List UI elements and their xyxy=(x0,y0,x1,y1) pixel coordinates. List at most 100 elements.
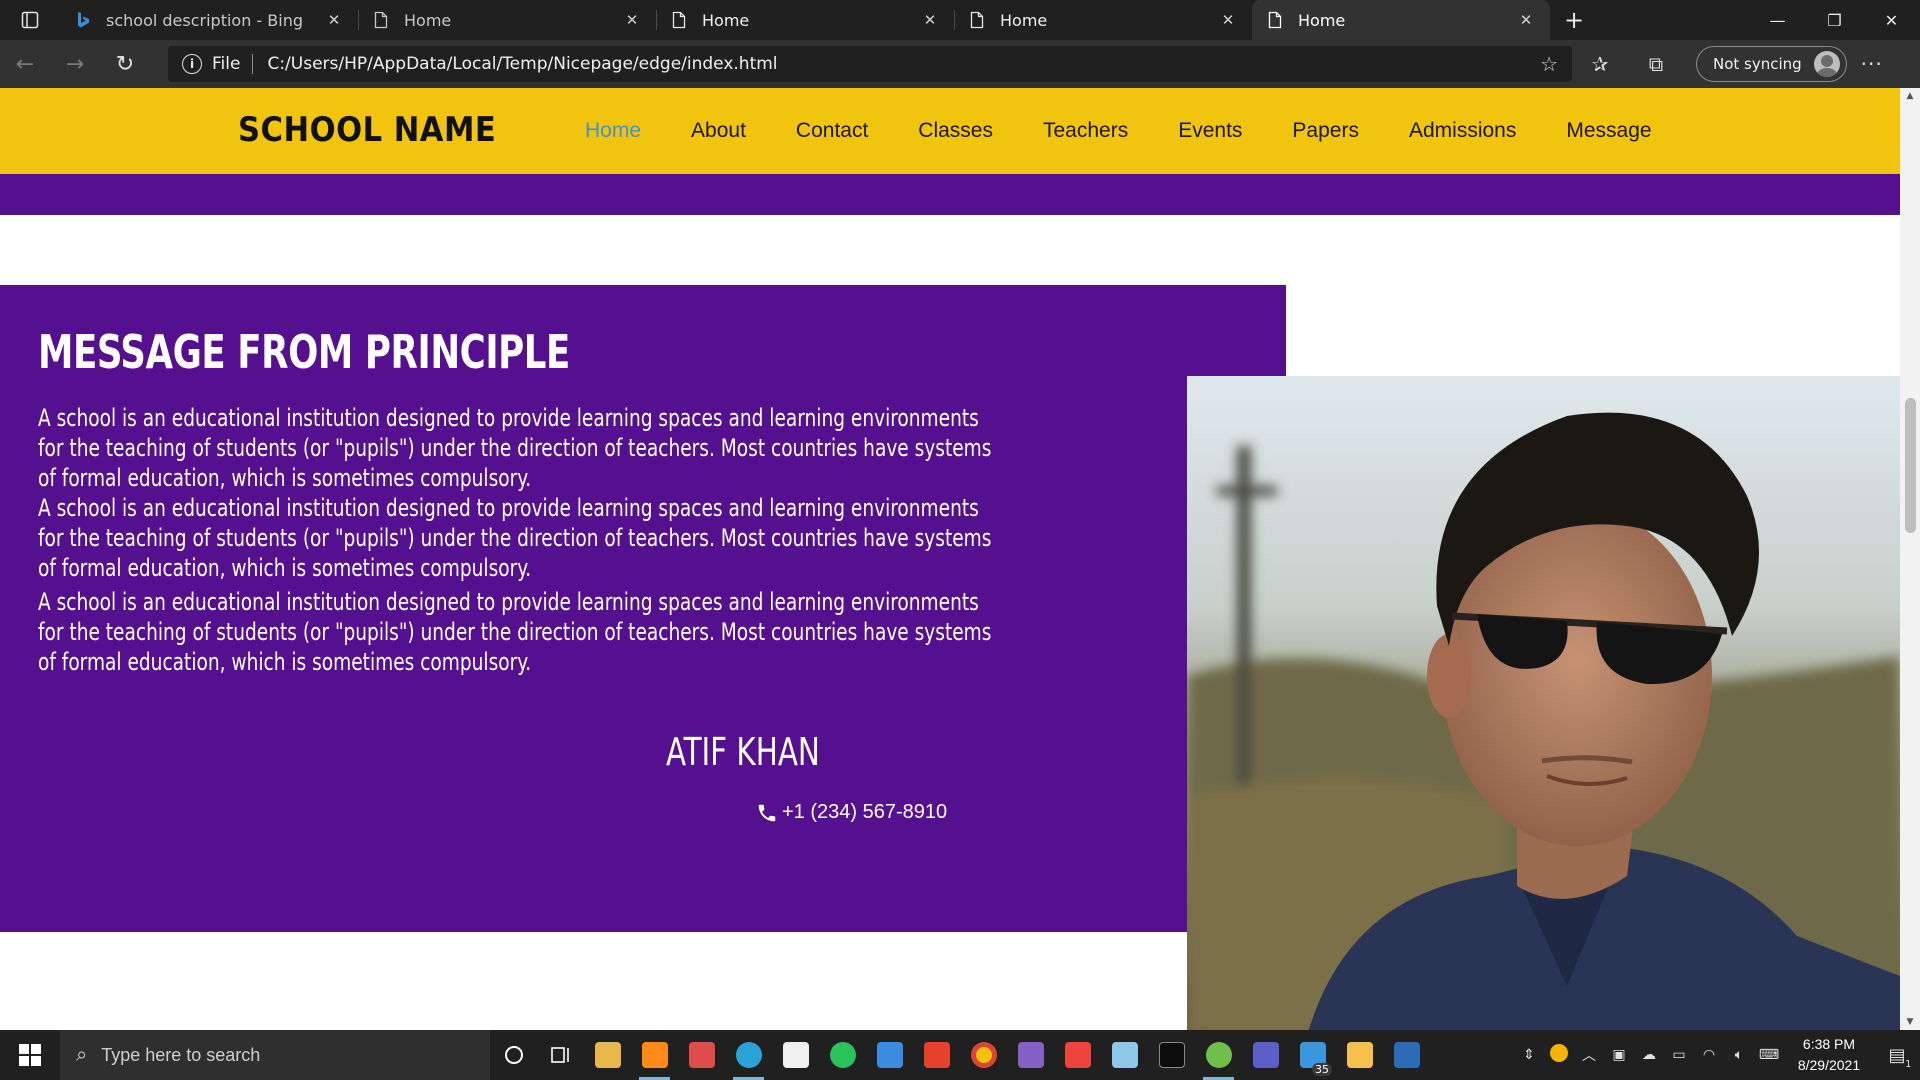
task-view-icon[interactable] xyxy=(537,1030,584,1080)
nav-classes[interactable]: Classes xyxy=(893,119,1018,143)
windows-taskbar: ⌕ Type here to search 35 ⇕ ︿ ▣ ☁ ▭ ◠ 🔈︎ … xyxy=(0,1030,1920,1080)
system-clock[interactable]: 6:38 PM 8/29/2021 xyxy=(1784,1034,1874,1076)
minimize-icon[interactable]: — xyxy=(1749,0,1806,40)
scroll-up-icon[interactable]: ▲ xyxy=(1900,88,1920,104)
page-icon xyxy=(670,11,688,29)
principal-name: ATIF KHAN xyxy=(666,730,820,774)
close-tab-icon[interactable]: ✕ xyxy=(324,11,344,29)
profile-button[interactable]: Not syncing xyxy=(1696,46,1847,82)
info-icon[interactable]: i xyxy=(182,54,202,74)
page-icon xyxy=(968,11,986,29)
site-logo[interactable]: SCHOOL NAME xyxy=(238,110,496,150)
scroll-thumb[interactable] xyxy=(1905,398,1916,533)
nav-events[interactable]: Events xyxy=(1153,119,1267,143)
onedrive-icon[interactable]: ☁ xyxy=(1634,1047,1664,1063)
taskbar-search[interactable]: ⌕ Type here to search xyxy=(60,1030,490,1080)
office-icon[interactable] xyxy=(913,1030,960,1080)
sublime-text-icon[interactable] xyxy=(631,1030,678,1080)
device-icon[interactable]: ▣ xyxy=(1604,1047,1634,1063)
close-tab-icon[interactable]: ✕ xyxy=(1218,11,1238,29)
chrome-icon[interactable] xyxy=(960,1030,1007,1080)
visual-studio-icon[interactable] xyxy=(1007,1030,1054,1080)
terminal-icon[interactable] xyxy=(1148,1030,1195,1080)
dev-icon[interactable] xyxy=(1383,1030,1430,1080)
more-options-icon[interactable]: ··· xyxy=(1847,52,1897,76)
windows-start-icon[interactable] xyxy=(0,1030,60,1080)
nav-home[interactable]: Home xyxy=(560,119,666,143)
section-title: MESSAGE FROM PRINCIPLE xyxy=(38,325,570,379)
tab-actions-icon[interactable] xyxy=(0,0,60,40)
tab-title: Home xyxy=(702,10,750,30)
header-band xyxy=(0,174,1900,215)
favorites-icon[interactable]: ✰ xyxy=(1572,52,1628,76)
collections-icon[interactable]: ⧉ xyxy=(1628,52,1684,76)
divider xyxy=(252,54,254,74)
keyboard-icon[interactable]: ⌨ xyxy=(1754,1047,1784,1063)
forward-button[interactable]: → xyxy=(50,40,100,88)
page-icon xyxy=(1266,11,1284,29)
whatsapp-icon[interactable] xyxy=(819,1030,866,1080)
close-tab-icon[interactable]: ✕ xyxy=(920,11,940,29)
clock-time: 6:38 PM xyxy=(1802,1036,1856,1052)
tab-title: Home xyxy=(404,10,452,30)
store-icon[interactable] xyxy=(772,1030,819,1080)
search-icon: ⌕ xyxy=(76,1043,88,1066)
browser-tab-bar: school description - Bing ✕ Home ✕ Home … xyxy=(0,0,1920,40)
close-tab-icon[interactable]: ✕ xyxy=(1516,11,1536,29)
url-text[interactable]: C:/Users/HP/AppData/Local/Temp/Nicepage/… xyxy=(267,54,1540,74)
avatar-icon xyxy=(1813,51,1840,77)
scroll-down-icon[interactable]: ▼ xyxy=(1900,1014,1920,1030)
scroll-arrow-icon[interactable]: ⇕ xyxy=(1514,1047,1544,1063)
message-body: A school is an educational institution d… xyxy=(38,403,1001,677)
mail-icon[interactable] xyxy=(866,1030,913,1080)
message-paragraph: A school is an educational institution d… xyxy=(38,494,992,582)
phone-number: +1 (234) 567-8910 xyxy=(782,801,948,823)
battery-icon[interactable]: ▭ xyxy=(1664,1047,1694,1063)
tab-title: school description - Bing xyxy=(106,10,304,30)
files-badge-icon[interactable]: 35 xyxy=(1289,1030,1336,1080)
window-controls: — ❐ ✕ xyxy=(1749,0,1920,40)
close-tab-icon[interactable]: ✕ xyxy=(622,11,642,29)
snip-sketch-icon[interactable] xyxy=(678,1030,725,1080)
volume-icon[interactable]: 🔈︎ xyxy=(1724,1047,1754,1063)
notification-badge: 35 xyxy=(1312,1063,1332,1076)
page-scrollbar[interactable]: ▲ ▼ xyxy=(1900,88,1920,1030)
phone-icon xyxy=(758,804,776,821)
browser-toolbar: ← → ↻ i File C:/Users/HP/AppData/Local/T… xyxy=(0,40,1920,88)
refresh-button[interactable]: ↻ xyxy=(100,40,150,88)
weather-icon[interactable] xyxy=(1544,1042,1574,1068)
sourcetree-icon[interactable] xyxy=(1336,1030,1383,1080)
principal-message-section: MESSAGE FROM PRINCIPLE A school is an ed… xyxy=(0,285,1286,932)
message-paragraph: A school is an educational institution d… xyxy=(38,588,992,676)
nav-about[interactable]: About xyxy=(666,119,771,143)
teams-icon[interactable] xyxy=(1242,1030,1289,1080)
system-tray: ⇕ ︿ ▣ ☁ ▭ ◠ 🔈︎ ⌨ 6:38 PM 8/29/2021 ▤ 1 xyxy=(1514,1030,1920,1080)
chevron-up-icon[interactable]: ︿ xyxy=(1574,1045,1604,1065)
browser-tab-active[interactable]: Home ✕ xyxy=(1252,0,1550,40)
restore-icon[interactable]: ❐ xyxy=(1806,0,1863,40)
wifi-icon[interactable]: ◠ xyxy=(1694,1047,1724,1063)
nav-papers[interactable]: Papers xyxy=(1267,119,1384,143)
nav-teachers[interactable]: Teachers xyxy=(1018,119,1153,143)
phone-contact[interactable]: +1 (234) 567-8910 xyxy=(756,801,947,824)
back-button[interactable]: ← xyxy=(0,40,50,88)
file-explorer-icon[interactable] xyxy=(584,1030,631,1080)
browser-tab[interactable]: Home ✕ xyxy=(954,0,1252,40)
edge-icon[interactable] xyxy=(725,1030,772,1080)
url-scheme: File xyxy=(212,54,241,74)
cortana-icon[interactable] xyxy=(490,1030,537,1080)
action-center-icon[interactable]: ▤ 1 xyxy=(1874,1045,1920,1070)
nav-admissions[interactable]: Admissions xyxy=(1384,119,1541,143)
nav-contact[interactable]: Contact xyxy=(771,119,893,143)
browser-tab[interactable]: school description - Bing ✕ xyxy=(60,0,358,40)
address-bar[interactable]: i File C:/Users/HP/AppData/Local/Temp/Ni… xyxy=(168,46,1572,82)
browser-tab[interactable]: Home ✕ xyxy=(358,0,656,40)
notepad-icon[interactable] xyxy=(1101,1030,1148,1080)
browser-tab[interactable]: Home ✕ xyxy=(656,0,954,40)
utorrent-icon[interactable] xyxy=(1195,1030,1242,1080)
close-window-icon[interactable]: ✕ xyxy=(1863,0,1920,40)
nav-message[interactable]: Message xyxy=(1541,119,1676,143)
add-favorite-icon[interactable]: ☆ xyxy=(1540,52,1558,76)
anydesk-icon[interactable] xyxy=(1054,1030,1101,1080)
new-tab-button[interactable]: + xyxy=(1550,0,1598,40)
